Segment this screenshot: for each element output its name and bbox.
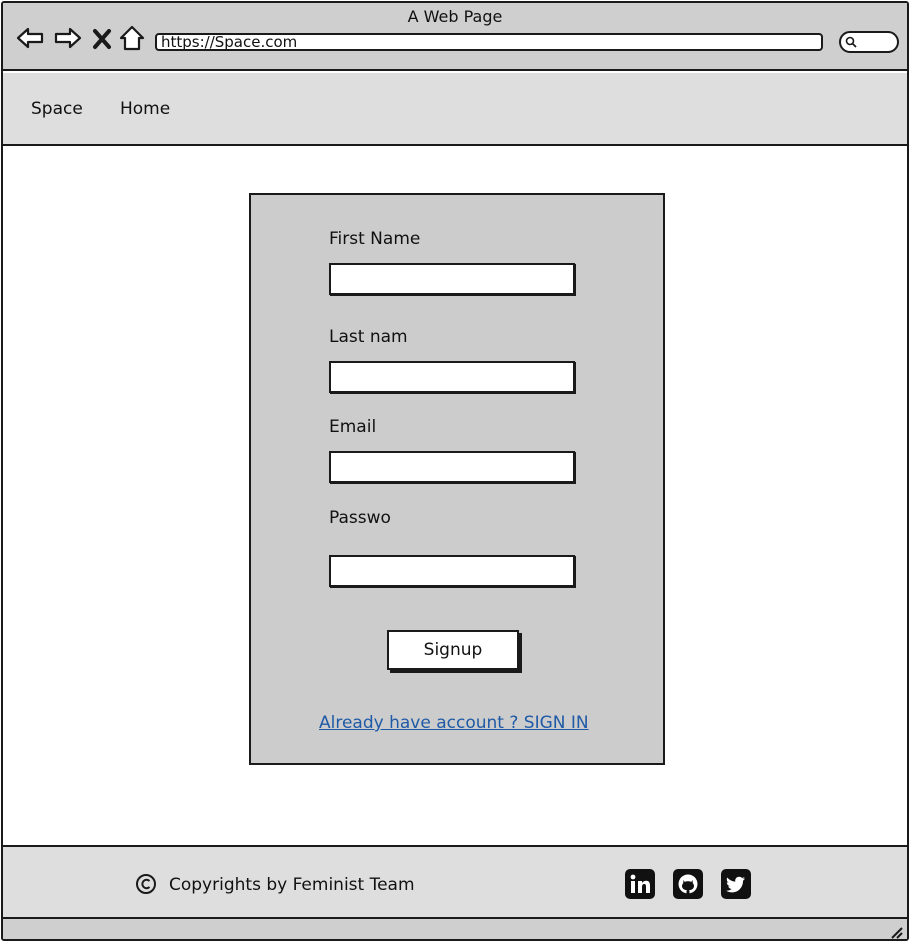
browser-window: A Web Page https://Space.com Space Home … <box>1 1 909 941</box>
copyright-icon <box>135 873 157 895</box>
signin-link[interactable]: Already have account ? SIGN IN <box>319 713 589 733</box>
copyright-text: Copyrights by Feminist Team <box>169 875 415 895</box>
browser-statusbar <box>3 919 907 939</box>
nav-link-home[interactable]: Home <box>120 99 170 119</box>
last-name-label: Last nam <box>329 327 408 347</box>
github-icon[interactable] <box>673 869 703 899</box>
signup-form-card: First Name Last nam Email Passwo Signup … <box>249 193 665 765</box>
twitter-icon[interactable] <box>721 869 751 899</box>
page-footer: Copyrights by Feminist Team <box>3 845 907 919</box>
password-label: Passwo <box>329 508 391 528</box>
back-arrow-icon[interactable] <box>15 23 45 53</box>
email-input[interactable] <box>329 451 575 483</box>
linkedin-icon[interactable] <box>625 869 655 899</box>
url-bar[interactable]: https://Space.com <box>155 33 823 51</box>
first-name-label: First Name <box>329 229 421 249</box>
first-name-input[interactable] <box>329 263 575 295</box>
nav-brand-space[interactable]: Space <box>31 99 83 119</box>
last-name-input[interactable] <box>329 361 575 393</box>
browser-toolbar: A Web Page https://Space.com <box>3 3 907 71</box>
home-icon[interactable] <box>117 23 147 53</box>
email-label: Email <box>329 417 377 437</box>
close-icon[interactable] <box>89 23 115 53</box>
site-navbar: Space Home <box>3 73 907 146</box>
forward-arrow-icon[interactable] <box>53 23 83 53</box>
search-box[interactable] <box>839 31 899 53</box>
search-icon <box>845 36 857 48</box>
signup-button[interactable]: Signup <box>387 630 519 670</box>
resize-grip-icon[interactable] <box>889 924 903 939</box>
password-input[interactable] <box>329 555 575 587</box>
